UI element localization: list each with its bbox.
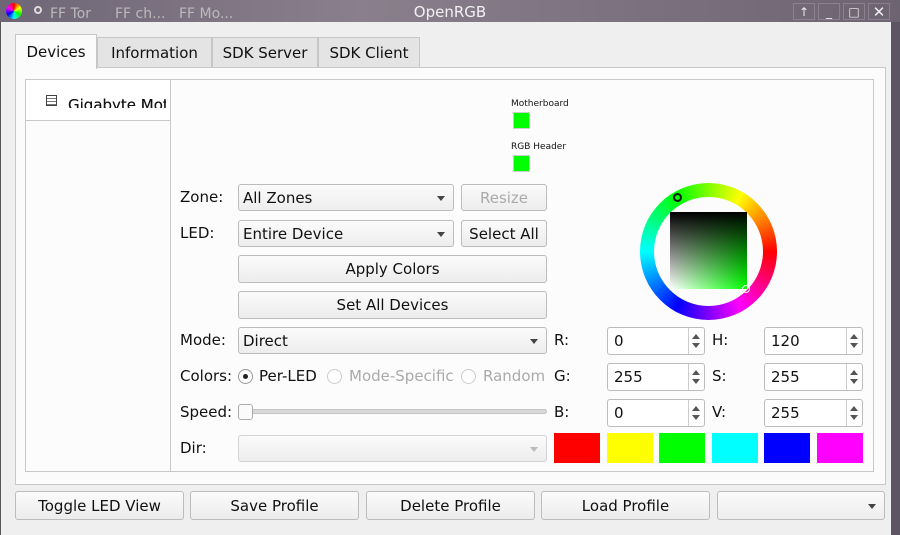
g-spinbox[interactable]: 255 — [607, 363, 705, 391]
tab-information[interactable]: Information — [97, 37, 212, 68]
zone-label-motherboard: Motherboard — [511, 99, 569, 109]
swatch-cyan[interactable] — [712, 433, 758, 463]
radio-random-label: Random — [483, 367, 546, 385]
load-profile-button[interactable]: Load Profile — [541, 491, 710, 520]
zone-label-rgb-header: RGB Header — [511, 142, 567, 152]
s-label: S: — [712, 367, 727, 385]
led-swatch-motherboard[interactable] — [513, 112, 530, 129]
apply-colors-button[interactable]: Apply Colors — [238, 255, 547, 283]
g-label: G: — [554, 367, 571, 385]
dir-label: Dir: — [180, 439, 207, 457]
radio-mode-specific[interactable] — [327, 369, 342, 384]
speed-slider-handle[interactable] — [238, 404, 253, 420]
speed-slider-track[interactable] — [240, 409, 547, 414]
led-label: LED: — [180, 224, 215, 242]
tab-sdk-server[interactable]: SDK Server — [212, 37, 318, 68]
device-name-clip: Gigabyte Motherboard Gigabyte Mot — [68, 94, 166, 108]
toggle-led-view-button[interactable]: Toggle LED View — [15, 491, 184, 520]
sv-selector-handle[interactable] — [742, 285, 750, 293]
zone-label: Zone: — [180, 188, 224, 206]
keep-above-button[interactable]: ↑ — [793, 3, 815, 20]
resize-button[interactable]: Resize — [461, 184, 547, 211]
window-title: OpenRGB — [413, 3, 487, 21]
maximize-button[interactable]: □ — [843, 3, 865, 20]
zone-select[interactable]: All Zones — [238, 184, 454, 211]
h-label: H: — [712, 331, 729, 349]
mode-label: Mode: — [180, 331, 226, 349]
device-content-border — [170, 120, 171, 472]
motherboard-icon — [46, 95, 57, 106]
r-label: R: — [554, 331, 570, 349]
minimize-button[interactable]: _ — [818, 3, 840, 20]
delete-profile-button[interactable]: Delete Profile — [366, 491, 535, 520]
mode-select[interactable]: Direct — [238, 327, 547, 354]
speed-label: Speed: — [180, 403, 233, 421]
v-label: V: — [712, 403, 727, 421]
tab-sdk-client[interactable]: SDK Client — [318, 37, 420, 68]
saturation-value-square[interactable] — [670, 212, 747, 289]
r-spinbox[interactable]: 0 — [607, 327, 705, 355]
swatch-blue[interactable] — [764, 433, 810, 463]
led-select[interactable]: Entire Device — [238, 220, 454, 247]
swatch-yellow[interactable] — [607, 433, 653, 463]
led-swatch-rgb-header[interactable] — [513, 155, 530, 172]
device-tab-gigabyte[interactable]: Gigabyte Motherboard Gigabyte Mot — [26, 80, 171, 121]
title-bar: FF Tor FF ch... FF Mo... OpenRGB ↑ _ □ ✕ — [0, 0, 900, 22]
device-name-visible: Gigabyte Mot — [68, 96, 166, 108]
radio-per-led-label: Per-LED — [259, 367, 317, 385]
colors-label: Colors: — [180, 367, 233, 385]
set-all-devices-button[interactable]: Set All Devices — [238, 291, 547, 319]
dir-select[interactable] — [238, 435, 547, 462]
h-spinbox[interactable]: 120 — [764, 327, 863, 355]
profile-select[interactable] — [717, 491, 885, 520]
save-profile-button[interactable]: Save Profile — [190, 491, 359, 520]
s-spinbox[interactable]: 255 — [764, 363, 863, 391]
radio-per-led[interactable] — [238, 369, 253, 384]
b-spinbox[interactable]: 0 — [607, 399, 705, 427]
radio-mode-specific-label: Mode-Specific — [349, 367, 454, 385]
radio-random[interactable] — [461, 369, 476, 384]
swatch-green[interactable] — [659, 433, 705, 463]
select-all-button[interactable]: Select All — [461, 220, 547, 247]
tab-devices[interactable]: Devices — [15, 34, 97, 69]
v-spinbox[interactable]: 255 — [764, 399, 863, 427]
swatch-red[interactable] — [554, 433, 600, 463]
close-button[interactable]: ✕ — [868, 3, 890, 21]
swatch-magenta[interactable] — [817, 433, 863, 463]
hue-selector-handle[interactable] — [673, 193, 682, 202]
b-label: B: — [554, 403, 570, 421]
